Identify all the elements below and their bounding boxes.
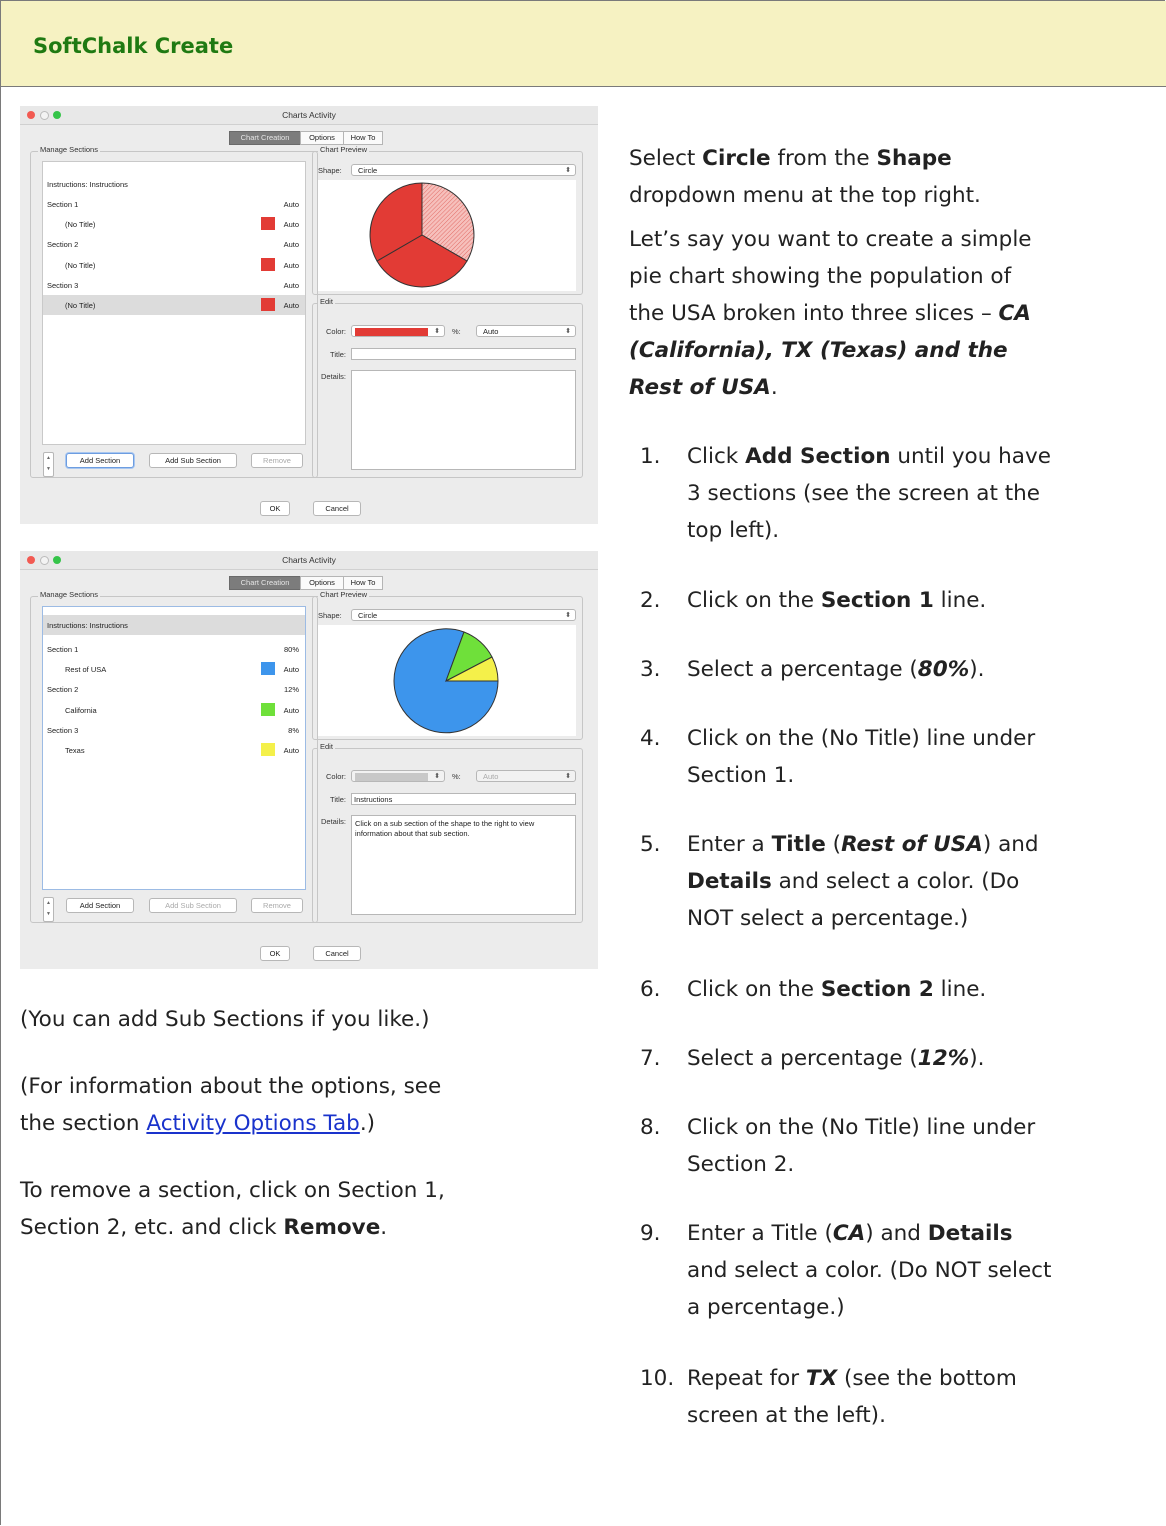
title-input[interactable]: Instructions xyxy=(351,793,576,805)
sub-sections-note: (You can add Sub Sections if you like.) xyxy=(20,1007,430,1032)
shape-dropdown[interactable]: Circle ⬍ xyxy=(351,164,576,176)
dropdown-arrow-icon: ⬍ xyxy=(565,328,571,335)
list-item[interactable]: Section 1 Auto xyxy=(43,194,305,214)
list-item[interactable]: Rest of USA Auto xyxy=(43,659,305,679)
dropdown-arrow-icon: ⬍ xyxy=(565,773,571,780)
tab-chart-creation[interactable]: Chart Creation xyxy=(229,576,301,590)
charts-activity-window-1: Charts Activity Chart Creation Options H… xyxy=(20,106,598,524)
list-item[interactable]: Texas Auto xyxy=(43,740,305,760)
list-item[interactable]: Section 2 12% xyxy=(43,679,305,699)
add-sub-section-button[interactable]: Add Sub Section xyxy=(149,453,237,468)
list-item[interactable]: Instructions: Instructions xyxy=(43,174,305,194)
list-item[interactable]: (No Title) Auto xyxy=(43,255,305,275)
list-item[interactable]: Section 1 80% xyxy=(43,639,305,659)
list-item[interactable]: Instructions: Instructions xyxy=(43,615,305,635)
color-swatch xyxy=(261,662,275,675)
color-swatch xyxy=(261,743,275,756)
manage-sections-label: Manage Sections xyxy=(38,590,100,599)
dropdown-arrow-icon: ⬍ xyxy=(434,773,440,780)
remove-button[interactable]: Remove xyxy=(251,898,303,913)
title-label: Title: xyxy=(330,350,346,359)
shape-label: Shape: xyxy=(318,166,342,175)
reorder-stepper[interactable]: ▲ ▼ xyxy=(43,897,54,922)
edit-label: Edit xyxy=(318,297,335,306)
activity-options-tab-link[interactable]: Activity Options Tab xyxy=(146,1111,359,1136)
pie-chart-preview xyxy=(369,182,475,288)
remove-note: To remove a section, click on Section 1,… xyxy=(20,1178,445,1240)
list-item[interactable]: Section 3 8% xyxy=(43,720,305,740)
percent-dropdown[interactable]: Auto ⬍ xyxy=(476,325,576,337)
pie-chart-preview xyxy=(393,628,499,734)
add-section-button[interactable]: Add Section xyxy=(66,898,134,913)
color-swatch xyxy=(261,217,275,230)
list-item[interactable]: (No Title) Auto xyxy=(43,214,305,234)
title-label: Title: xyxy=(330,795,346,804)
color-picker[interactable]: ⬍ xyxy=(351,325,445,337)
color-label: Color: xyxy=(325,327,346,336)
edit-label: Edit xyxy=(318,742,335,751)
window-title: Charts Activity xyxy=(282,555,336,565)
page-title: SoftChalk Create xyxy=(33,34,234,58)
tab-options[interactable]: Options xyxy=(300,576,344,590)
dropdown-arrow-icon: ⬍ xyxy=(565,612,571,619)
percent-label: %: xyxy=(452,772,461,781)
dropdown-arrow-icon: ⬍ xyxy=(434,328,440,335)
remove-button[interactable]: Remove xyxy=(251,453,303,468)
tab-how-to[interactable]: How To xyxy=(343,131,383,145)
sections-list[interactable]: Instructions: Instructions Section 1 Auto… xyxy=(42,161,306,445)
color-preview xyxy=(355,328,428,337)
chart-preview-label: Chart Preview xyxy=(318,590,370,599)
ok-button[interactable]: OK xyxy=(260,501,290,516)
shape-label: Shape: xyxy=(318,611,342,620)
add-sub-section-button[interactable]: Add Sub Section xyxy=(149,898,237,913)
color-swatch xyxy=(261,258,275,271)
dropdown-arrow-icon: ⬍ xyxy=(565,167,571,174)
page-header: SoftChalk Create xyxy=(1,1,1166,87)
add-section-button[interactable]: Add Section xyxy=(66,453,134,468)
window-titlebar: Charts Activity xyxy=(20,106,598,125)
list-item[interactable]: California Auto xyxy=(43,700,305,720)
color-swatch xyxy=(261,298,275,311)
tab-options[interactable]: Options xyxy=(300,131,344,145)
options-note: (For information about the options, see … xyxy=(20,1074,442,1136)
color-label: Color: xyxy=(325,772,346,781)
tab-chart-creation[interactable]: Chart Creation xyxy=(229,131,301,145)
list-item[interactable]: Section 3 Auto xyxy=(43,275,305,295)
ok-button[interactable]: OK xyxy=(260,946,290,961)
window-titlebar: Charts Activity xyxy=(20,551,598,570)
details-label: Details: xyxy=(320,817,346,826)
percent-dropdown[interactable]: Auto ⬍ xyxy=(476,770,576,782)
details-textarea[interactable] xyxy=(351,370,576,470)
color-swatch xyxy=(261,703,275,716)
window-title: Charts Activity xyxy=(282,110,336,120)
manage-sections-label: Manage Sections xyxy=(38,145,100,154)
cancel-button[interactable]: Cancel xyxy=(313,946,361,961)
color-picker[interactable]: ⬍ xyxy=(351,770,445,782)
color-preview xyxy=(355,773,428,782)
intro-paragraph-1: Select Circle from the Shape dropdown me… xyxy=(629,146,981,208)
details-textarea[interactable]: Click on a sub section of the shape to t… xyxy=(351,815,576,915)
list-item[interactable]: Section 2 Auto xyxy=(43,234,305,254)
sections-list[interactable]: Instructions: Instructions Section 1 80% … xyxy=(42,606,306,890)
chart-preview[interactable] xyxy=(318,180,576,291)
percent-label: %: xyxy=(452,327,461,336)
chart-preview[interactable] xyxy=(318,625,576,736)
list-item[interactable]: (No Title) Auto xyxy=(43,295,305,315)
intro-paragraph-2: Let’s say you want to create a simple pi… xyxy=(629,227,1032,400)
tab-how-to[interactable]: How To xyxy=(343,576,383,590)
title-input[interactable] xyxy=(351,348,576,360)
charts-activity-window-2: Charts Activity Chart Creation Options H… xyxy=(20,551,598,969)
shape-dropdown[interactable]: Circle ⬍ xyxy=(351,609,576,621)
reorder-stepper[interactable]: ▲ ▼ xyxy=(43,452,54,477)
details-label: Details: xyxy=(320,372,346,381)
chart-preview-label: Chart Preview xyxy=(318,145,370,154)
cancel-button[interactable]: Cancel xyxy=(313,501,361,516)
